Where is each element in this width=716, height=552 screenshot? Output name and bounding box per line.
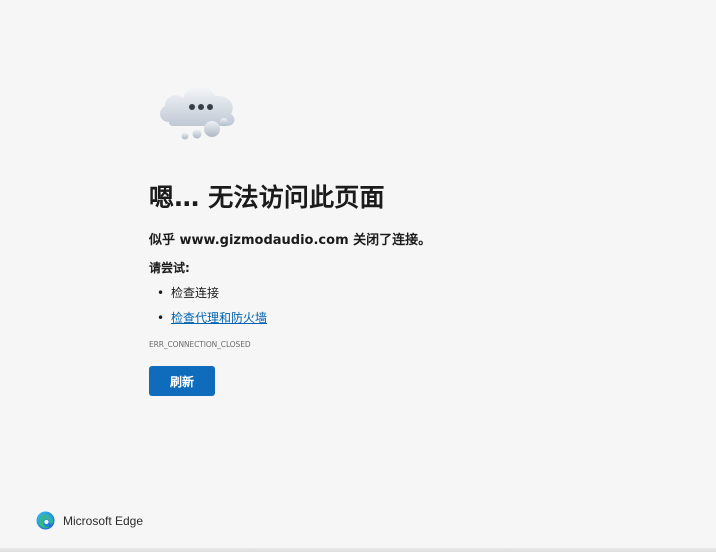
error-page: 嗯… 无法访问此页面 似乎 www.gizmodaudio.com 关闭了连接。… bbox=[0, 0, 716, 552]
bottom-divider bbox=[0, 548, 716, 552]
suggestion-item: • 检查连接 bbox=[149, 284, 267, 309]
cloud-ellipsis-icon bbox=[160, 86, 235, 140]
page-title: 嗯… 无法访问此页面 bbox=[149, 183, 385, 212]
bullet-icon: • bbox=[157, 311, 165, 325]
edge-logo-icon bbox=[36, 511, 55, 530]
try-heading: 请尝试: bbox=[149, 261, 190, 275]
error-description: 似乎 www.gizmodaudio.com 关闭了连接。 bbox=[149, 233, 432, 248]
suggestion-list: • 检查连接 • 检查代理和防火墙 bbox=[149, 284, 267, 334]
brand-name: Microsoft Edge bbox=[63, 513, 144, 528]
bullet-icon: • bbox=[157, 286, 165, 300]
refresh-button[interactable]: 刷新 bbox=[149, 366, 215, 396]
suggestion-check-connection: 检查连接 bbox=[171, 286, 220, 300]
brand: Microsoft Edge bbox=[36, 511, 143, 530]
check-proxy-firewall-link[interactable]: 检查代理和防火墙 bbox=[171, 311, 267, 325]
suggestion-item: • 检查代理和防火墙 bbox=[149, 309, 267, 334]
error-code: ERR_CONNECTION_CLOSED bbox=[149, 340, 251, 349]
